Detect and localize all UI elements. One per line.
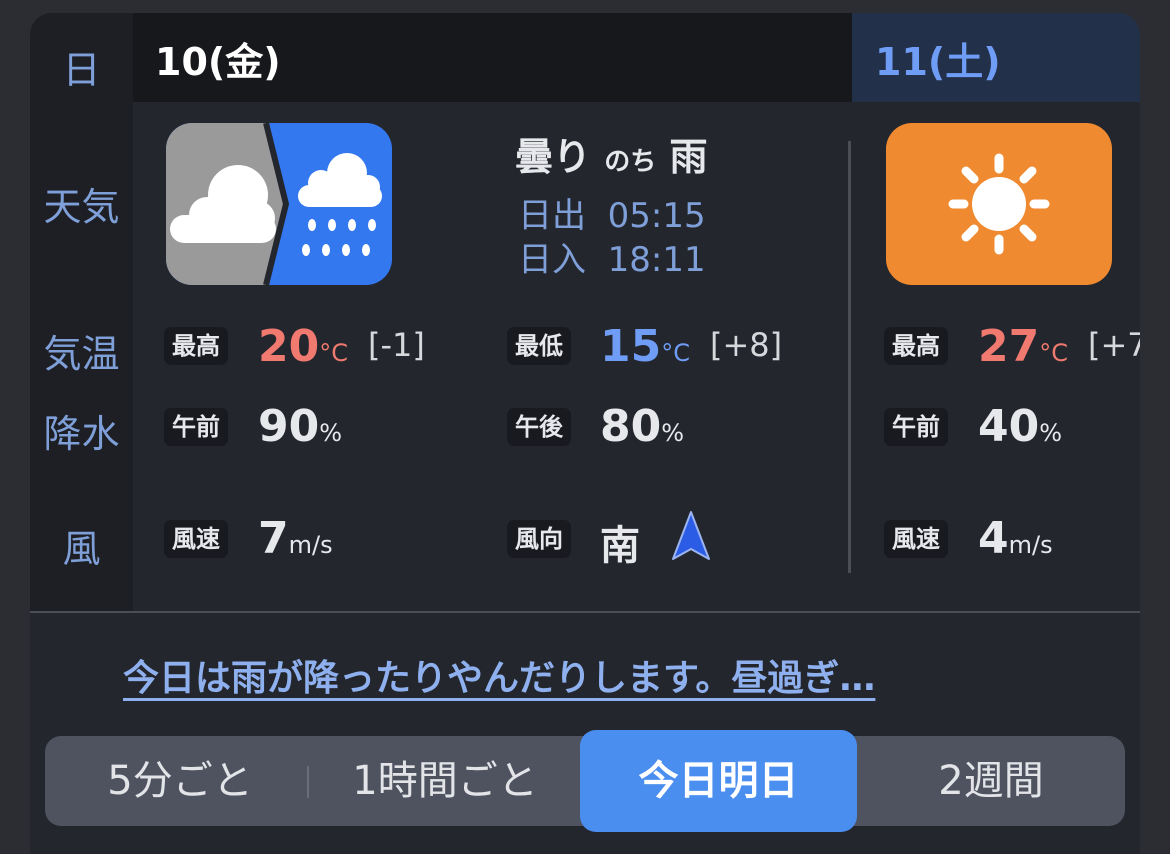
view-segmented-control: 5分ごと 1時間ごと 今日明日 2週間: [45, 730, 1125, 832]
high-temp-today: 20°C: [258, 321, 348, 372]
label-precip: 降水: [43, 412, 120, 456]
tab-separator: [307, 766, 309, 798]
wind-speed-chip-today: 風速: [164, 520, 228, 558]
wind-dir-today: 南: [600, 523, 640, 569]
sunset-row: 日入 18:11: [518, 232, 706, 281]
am-precip-today: 90%: [258, 401, 343, 452]
high-chip-tomorrow: 最高: [884, 327, 948, 365]
tab-5min[interactable]: 5分ごと: [55, 736, 305, 826]
sunrise-row: 日出 05:15: [518, 188, 706, 237]
forecast-first: 曇り: [515, 135, 592, 179]
wind-speed-chip-tomorrow: 風速: [884, 520, 948, 558]
am-chip-tomorrow: 午前: [884, 408, 948, 446]
tab-2weeks[interactable]: 2週間: [857, 736, 1125, 826]
pm-chip-today: 午後: [507, 408, 571, 446]
forecast-second: 雨: [669, 135, 708, 179]
section-divider: [30, 611, 1140, 613]
tab-today-tomorrow[interactable]: 今日明日: [580, 730, 857, 832]
label-day: 日: [62, 48, 101, 92]
pm-precip-today: 80%: [600, 401, 685, 452]
sun-icon: [886, 123, 1112, 285]
high-temp-tomorrow: 27°C: [978, 321, 1068, 372]
sunrise-label: 日出: [518, 196, 586, 236]
wind-dir-chip-today: 風向: [507, 520, 571, 558]
low-temp-today: 15°C: [600, 321, 690, 372]
tab-hourly[interactable]: 1時間ごと: [313, 736, 577, 826]
high-diff-tomorrow: [+7: [1088, 326, 1140, 364]
forecast-card: 日 天気 気温 降水 風 10(金) 11(土) 曇り のち 雨 日出 05:1…: [30, 13, 1140, 854]
sunrise-time: 05:15: [607, 196, 706, 236]
summary-link[interactable]: 今日は雨が降ったりやんだりします。昼過ぎ…: [123, 649, 875, 701]
low-chip-today: 最低: [507, 327, 571, 365]
label-temp: 気温: [43, 332, 120, 376]
date-today: 10(金): [155, 40, 281, 84]
am-precip-tomorrow: 40%: [978, 401, 1063, 452]
forecast-then: のち: [604, 147, 657, 177]
label-weather: 天気: [43, 185, 120, 229]
day-divider: [848, 141, 851, 573]
sunset-label: 日入: [518, 240, 586, 280]
wind-speed-tomorrow: 4m/s: [978, 513, 1053, 564]
forecast-text: 曇り のち 雨: [515, 126, 708, 181]
wind-arrow-icon: [672, 511, 710, 560]
low-diff-today: [+8]: [710, 326, 783, 364]
am-chip-today: 午前: [164, 408, 228, 446]
cloud-then-rain-icon: [166, 123, 392, 285]
high-chip-today: 最高: [164, 327, 228, 365]
label-wind: 風: [62, 527, 101, 571]
sunset-time: 18:11: [607, 240, 706, 280]
wind-speed-today: 7m/s: [258, 513, 333, 564]
date-tomorrow: 11(土): [875, 40, 1001, 84]
high-diff-today: [-1]: [368, 326, 425, 364]
